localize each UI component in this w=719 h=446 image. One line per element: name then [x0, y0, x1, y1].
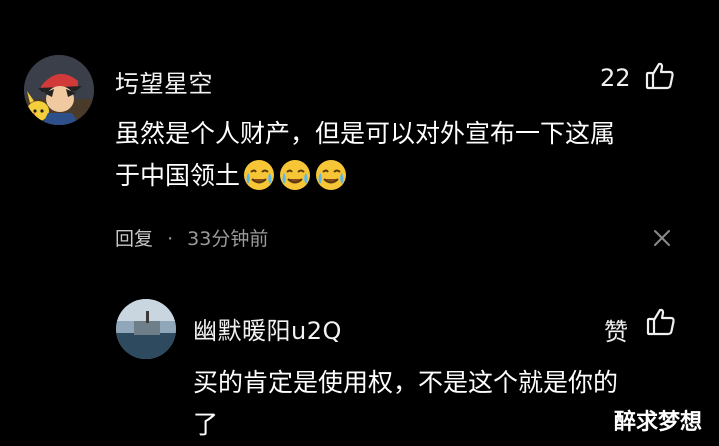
reply-text: 买的肯定是使用权，不是这个就是你的 了: [193, 362, 618, 446]
meta-separator: ·: [167, 228, 174, 250]
crying-laughing-emoji-icon: [312, 160, 348, 190]
thumbs-up-icon[interactable]: [645, 306, 677, 338]
watermark: 醉求梦想: [614, 410, 703, 435]
reply-text-line-2: 了: [193, 410, 219, 439]
comment-text-line-1: 虽然是个人财产，但是可以对外宣布一下这属: [115, 119, 616, 148]
comment-time: 33分钟前: [187, 228, 269, 250]
avatar[interactable]: [24, 55, 94, 125]
thumbs-up-icon[interactable]: [644, 60, 676, 92]
reply-text-line-1: 买的肯定是使用权，不是这个就是你的: [193, 368, 619, 397]
comment-text-line-2-text: 于中国领土: [115, 161, 241, 190]
crying-laughing-emoji-icon: [240, 160, 276, 190]
crying-laughing-emoji-icon: [276, 160, 312, 190]
reply-button[interactable]: 回复: [115, 228, 153, 250]
comment-text-line-2: 于中国领土: [115, 155, 615, 197]
reply-avatar[interactable]: [116, 299, 176, 359]
reply-like-label[interactable]: 赞: [604, 312, 628, 347]
comment-meta: 回复 · 33分钟前: [115, 224, 268, 251]
reply-username[interactable]: 幽默暖阳u2Q: [193, 311, 342, 346]
comment-username[interactable]: 圬望星空: [115, 64, 213, 99]
like-count: 22: [600, 64, 631, 92]
comment-text: 虽然是个人财产，但是可以对外宣布一下这属 于中国领土: [115, 113, 615, 197]
close-icon[interactable]: [652, 228, 672, 248]
